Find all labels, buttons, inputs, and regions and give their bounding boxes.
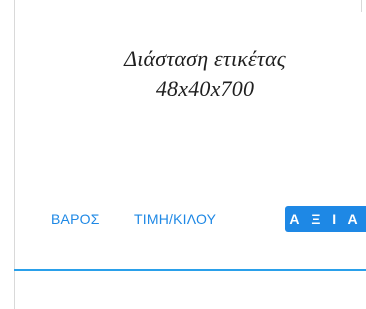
tab-price-per-kilo[interactable]: ΤΙΜΗ/ΚΙΛΟΥ <box>134 206 216 232</box>
right-frame-tick <box>361 0 362 12</box>
mode-tabs: ΒΑΡΟΣ ΤΙΜΗ/ΚΙΛΟΥ Α Ξ Ι Α <box>0 206 366 236</box>
tab-value[interactable]: Α Ξ Ι Α <box>285 206 366 232</box>
label-dimension-block: Διάσταση ετικέτας 48x40x700 <box>70 44 340 104</box>
label-dimension-title: Διάσταση ετικέτας <box>124 46 286 71</box>
label-dimension-value: 48x40x700 <box>155 76 255 101</box>
left-frame-border <box>14 0 15 309</box>
tabs-underline <box>14 269 366 271</box>
tab-weight[interactable]: ΒΑΡΟΣ <box>51 206 100 232</box>
